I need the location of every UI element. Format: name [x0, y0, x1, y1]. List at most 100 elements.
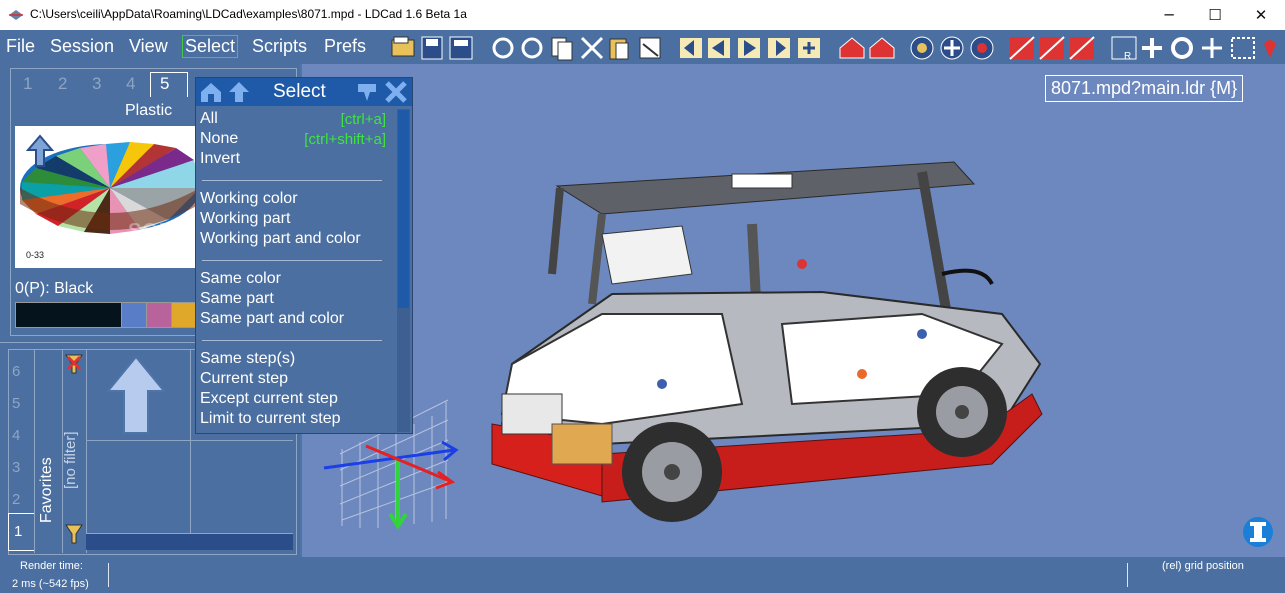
menu-item-current-step[interactable]: Current step — [200, 370, 288, 388]
save-icon[interactable] — [421, 36, 443, 60]
undo-icon[interactable] — [492, 37, 514, 59]
close-icon[interactable] — [384, 81, 408, 103]
save-all-icon[interactable] — [449, 36, 473, 60]
menu-item-working-part[interactable]: Working part — [200, 210, 290, 228]
clear-filter-icon[interactable] — [64, 353, 84, 375]
rear-wheel — [917, 367, 1007, 457]
toolbar: R — [391, 36, 1276, 62]
parts-scrollbar[interactable] — [86, 534, 293, 550]
render-time-value: 2 ms (~542 fps) — [12, 578, 89, 590]
maximize-button[interactable]: ☐ — [1192, 0, 1238, 30]
house-icon[interactable] — [839, 37, 865, 59]
hide-icon[interactable] — [1009, 36, 1035, 60]
menu-item-working-part-and-color[interactable]: Working part and color — [200, 230, 361, 248]
grid-r-icon[interactable]: R — [1111, 36, 1137, 62]
grid-position-label: (rel) grid position — [1162, 560, 1244, 572]
current-color-swatch[interactable] — [15, 302, 122, 328]
prev-step-icon[interactable] — [708, 38, 730, 58]
up-icon[interactable] — [228, 81, 250, 103]
menu-prefs[interactable]: Prefs — [324, 36, 366, 57]
parts-group-label: Favorites — [38, 457, 55, 523]
menu-separator — [202, 260, 382, 261]
parts-tab-5[interactable]: 5 — [12, 395, 20, 412]
menu-scripts[interactable]: Scripts — [252, 36, 307, 57]
select-menu-popup: Select All [ctrl+a] None [ctrl+shift+a] … — [195, 77, 413, 434]
color-tab-4[interactable]: 4 — [126, 74, 135, 94]
status-bar: Render time: 2 ms (~542 fps) (rel) grid … — [0, 557, 1285, 593]
filter-icon[interactable] — [64, 523, 84, 545]
menu-item-all[interactable]: All — [200, 110, 218, 128]
current-color-label: 0(P): Black — [15, 280, 94, 297]
color-tab-1[interactable]: 1 — [23, 74, 32, 94]
move-icon[interactable] — [1142, 38, 1162, 58]
menu-item-invert[interactable]: Invert — [200, 150, 240, 168]
close-button[interactable]: ✕ — [1238, 0, 1284, 30]
next-step-icon[interactable] — [738, 38, 760, 58]
color-swatch[interactable] — [121, 302, 147, 328]
grid-icon[interactable] — [1231, 37, 1255, 59]
menu-item-limit-to-current-step[interactable]: Limit to current step — [200, 410, 341, 428]
menu-item-working-color[interactable]: Working color — [200, 190, 298, 208]
heart-icon[interactable] — [1264, 40, 1276, 58]
color-tab-5[interactable]: 5 — [160, 74, 169, 94]
menu-file[interactable]: File — [6, 36, 35, 57]
menu-separator — [202, 340, 382, 341]
parts-tab-4[interactable]: 4 — [12, 427, 20, 444]
parts-tab-6[interactable]: 6 — [12, 363, 20, 380]
menu-item-same-steps[interactable]: Same step(s) — [200, 350, 295, 368]
menu-item-same-part[interactable]: Same part — [200, 290, 274, 308]
parts-tab-3[interactable]: 3 — [12, 459, 20, 476]
menu-item-none[interactable]: None — [200, 130, 238, 148]
up-arrow-icon[interactable] — [106, 355, 166, 435]
up-arrow-icon[interactable] — [26, 134, 54, 168]
color-bin-edit-icon[interactable] — [970, 36, 994, 60]
copy-icon[interactable] — [551, 37, 573, 61]
rotate-icon[interactable] — [1171, 37, 1193, 59]
house-add-icon[interactable] — [869, 37, 895, 59]
home-icon[interactable] — [199, 81, 223, 103]
lego-truck-model — [491, 161, 1043, 522]
app-icon — [9, 10, 23, 20]
render-time-label: Render time: — [20, 560, 83, 572]
parts-tab-1[interactable]: 1 — [14, 523, 22, 540]
color-bin-add-icon[interactable] — [940, 36, 964, 60]
color-swatch[interactable] — [171, 302, 197, 328]
menu-item-except-current-step[interactable]: Except current step — [200, 390, 338, 408]
color-range-label: 0-33 — [26, 250, 45, 260]
color-tab-2[interactable]: 2 — [58, 74, 67, 94]
pin-icon[interactable] — [356, 82, 378, 102]
shortcut-all: [ctrl+a] — [340, 111, 386, 128]
menu-scrollbar-thumb[interactable] — [398, 110, 409, 308]
title-bar: C:\Users\ceili\AppData\Roaming\LDCad\exa… — [0, 0, 1285, 30]
unhide-icon[interactable] — [1039, 36, 1065, 60]
color-tab-3[interactable]: 3 — [92, 74, 101, 94]
menu-view[interactable]: View — [129, 36, 168, 57]
model-render — [323, 161, 1273, 547]
color-group-label: Plastic — [125, 102, 173, 119]
last-step-icon[interactable] — [768, 38, 790, 58]
add-step-icon[interactable] — [798, 38, 820, 58]
menu-select[interactable]: Select — [182, 35, 239, 58]
parts-filter-label: [no filter] — [62, 431, 79, 489]
info-icon[interactable] — [1243, 517, 1273, 547]
color-bin-icon[interactable] — [910, 36, 934, 60]
select-menu-header: Select — [196, 78, 412, 106]
minimize-button[interactable]: ─ — [1146, 0, 1192, 30]
cut-icon[interactable] — [580, 36, 604, 60]
select-menu-title: Select — [273, 81, 326, 102]
menu-session[interactable]: Session — [50, 36, 114, 57]
shortcut-none: [ctrl+shift+a] — [304, 131, 386, 148]
menu-item-same-part-and-color[interactable]: Same part and color — [200, 310, 344, 328]
menu-item-same-color[interactable]: Same color — [200, 270, 281, 288]
paste-special-icon[interactable] — [639, 37, 661, 59]
color-swatch[interactable] — [146, 302, 172, 328]
first-step-icon[interactable] — [680, 38, 702, 58]
move-all-icon[interactable] — [1202, 38, 1222, 58]
open-icon[interactable] — [391, 36, 415, 57]
3d-viewport[interactable]: 8071.mpd?main.ldr {M} — [302, 64, 1285, 557]
parts-tab-2[interactable]: 2 — [12, 491, 20, 508]
front-wheel — [622, 422, 722, 522]
paste-icon[interactable] — [609, 38, 629, 60]
redo-icon[interactable] — [521, 37, 543, 59]
ghost-icon[interactable] — [1069, 36, 1095, 60]
